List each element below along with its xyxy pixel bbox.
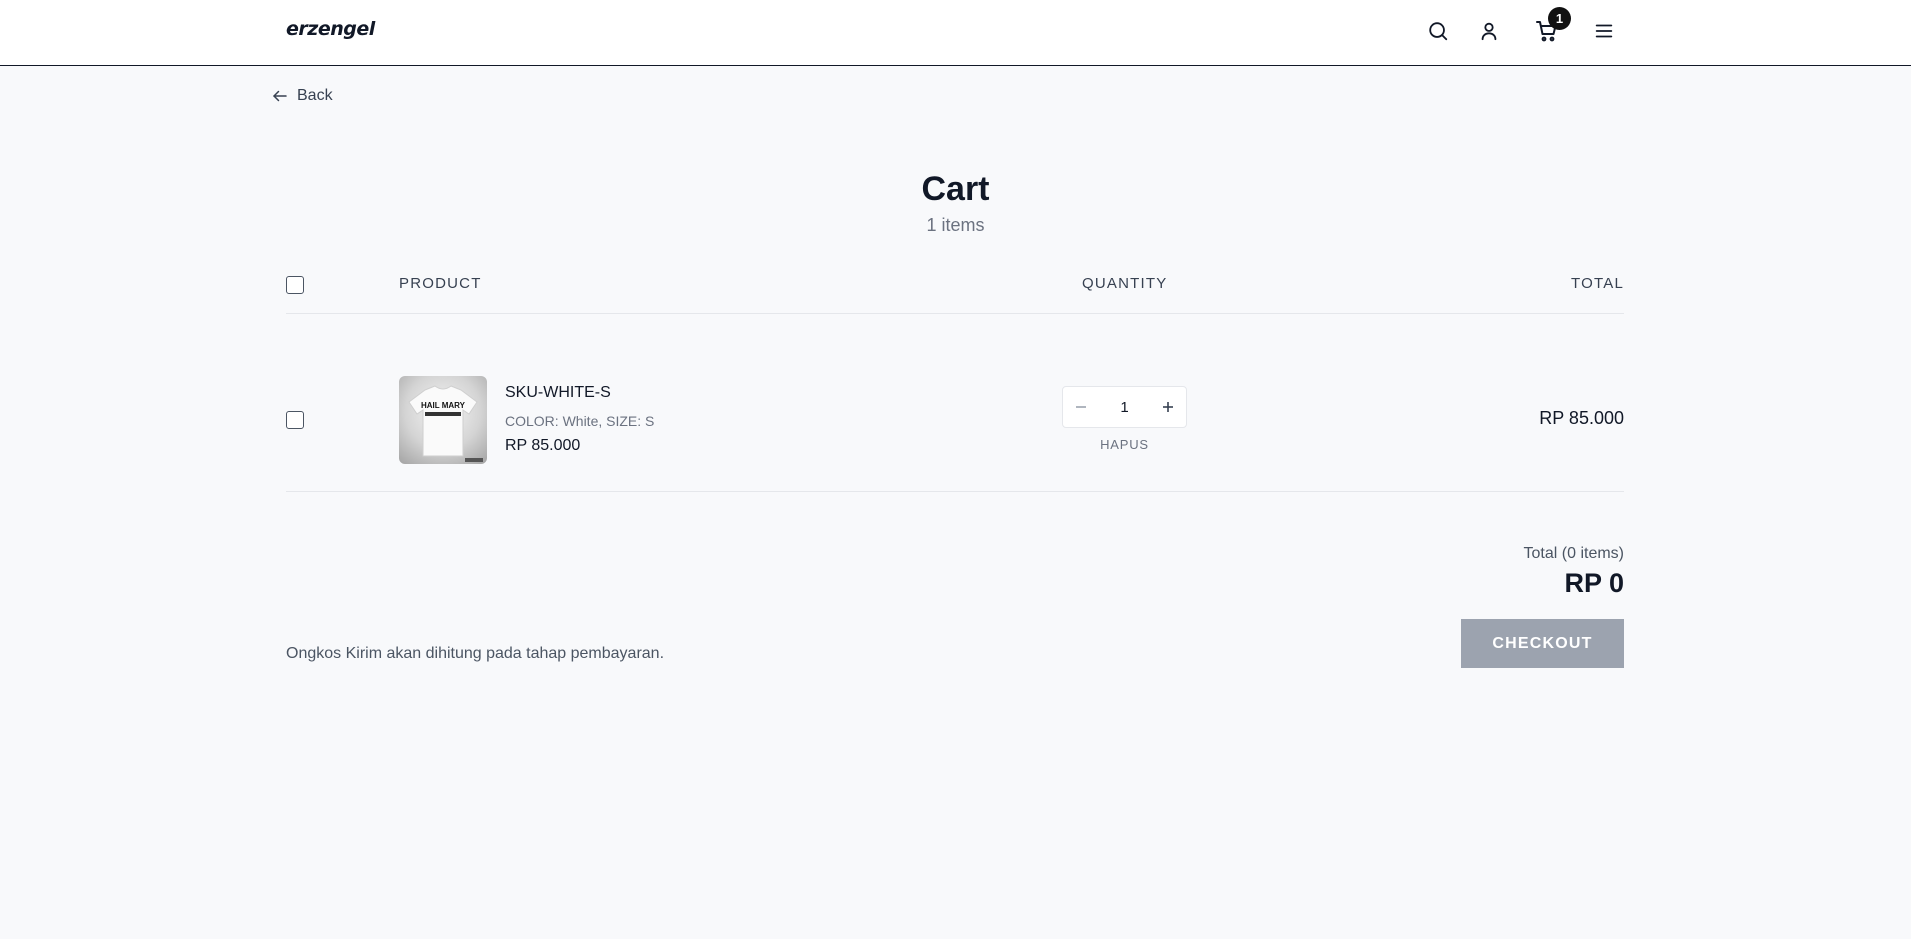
- quantity-input[interactable]: [1099, 387, 1150, 427]
- account-button[interactable]: [1475, 17, 1503, 45]
- product-name[interactable]: SKU-WHITE-S: [505, 384, 611, 402]
- header-total: TOTAL: [1571, 275, 1624, 292]
- plus-icon: [1163, 402, 1173, 412]
- summary-total-value: RP 0: [1564, 568, 1624, 598]
- back-label: Back: [297, 87, 333, 104]
- cart-count-badge: 1: [1548, 7, 1571, 30]
- arrow-left-icon: [273, 90, 287, 102]
- row-select-checkbox[interactable]: [286, 411, 304, 429]
- back-link[interactable]: Back: [271, 85, 333, 107]
- header-product: PRODUCT: [399, 275, 482, 292]
- menu-button[interactable]: [1590, 17, 1618, 45]
- checkout-button[interactable]: CHECKOUT: [1461, 619, 1624, 668]
- user-icon: [1481, 22, 1497, 41]
- search-icon: [1429, 22, 1448, 41]
- row-divider: [286, 491, 1624, 492]
- site-logo[interactable]: erzengel: [286, 18, 375, 40]
- quantity-stepper: [1062, 386, 1187, 428]
- select-all-checkbox[interactable]: [286, 276, 304, 294]
- summary-total-label: Total (0 items): [1523, 545, 1624, 562]
- decrease-quantity-button[interactable]: [1063, 387, 1099, 427]
- product-price: RP 85.000: [505, 437, 581, 454]
- increase-quantity-button[interactable]: [1150, 387, 1186, 427]
- thumbnail-print: HAIL MARY: [421, 401, 466, 410]
- menu-icon: [1595, 24, 1613, 38]
- table-header-divider: [286, 313, 1624, 314]
- item-count: 1 items: [926, 215, 985, 235]
- tshirt-image: HAIL MARY: [408, 385, 483, 462]
- product-variant: COLOR: White, SIZE: S: [505, 413, 655, 429]
- product-thumbnail[interactable]: HAIL MARY: [399, 376, 487, 464]
- page-title: Cart: [921, 170, 990, 208]
- minus-icon: [1076, 406, 1086, 408]
- remove-item-button[interactable]: HAPUS: [1062, 437, 1187, 452]
- header-quantity: QUANTITY: [1082, 275, 1168, 292]
- shipping-note: Ongkos Kirim akan dihitung pada tahap pe…: [286, 645, 665, 662]
- row-total: RP 85.000: [1539, 408, 1624, 428]
- site-header: erzengel 1: [0, 0, 1911, 66]
- search-button[interactable]: [1424, 17, 1452, 45]
